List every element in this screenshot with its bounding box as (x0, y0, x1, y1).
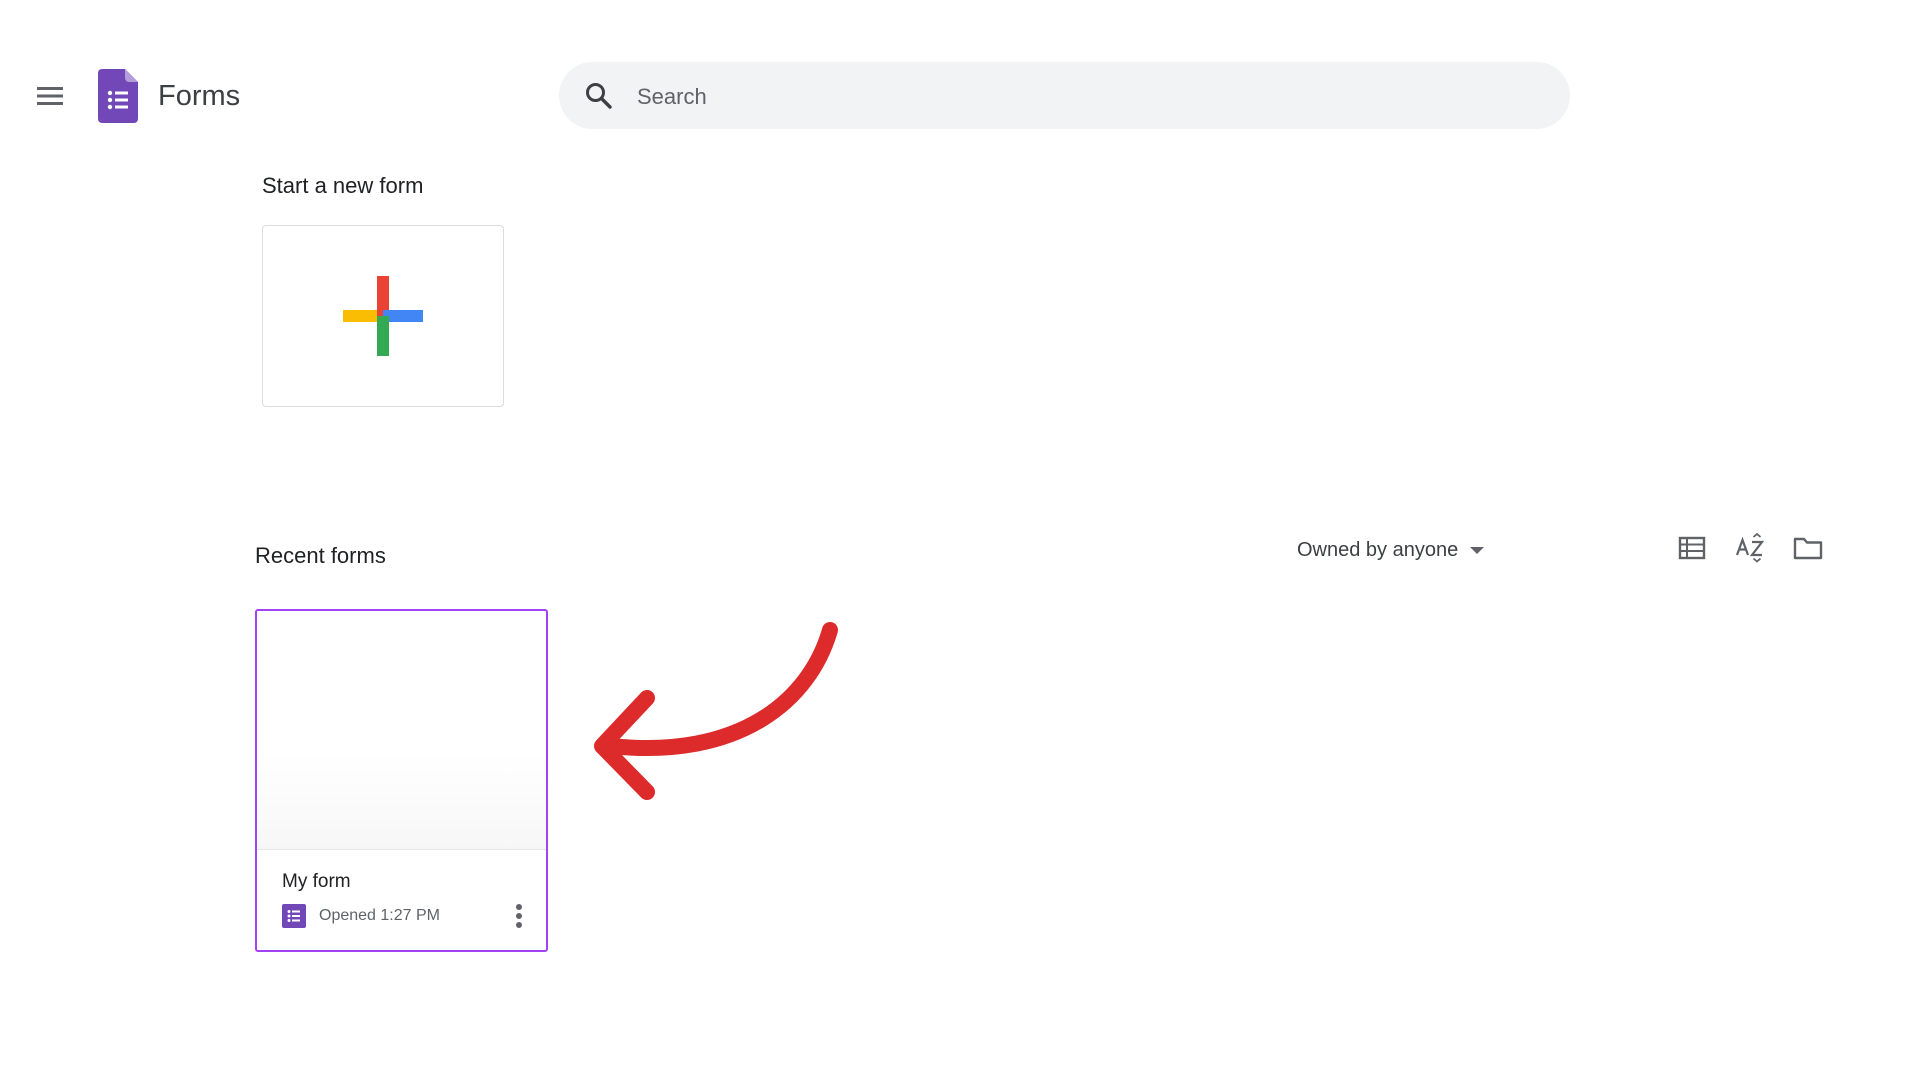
form-name: My form (282, 871, 351, 892)
search-bar[interactable] (559, 62, 1570, 131)
list-view-button[interactable] (1674, 530, 1710, 566)
more-vert-icon (516, 904, 522, 928)
hamburger-menu-icon (37, 87, 63, 105)
app-title: Forms (158, 80, 241, 112)
open-file-picker-button[interactable] (1790, 530, 1826, 566)
sort-az-icon (1735, 533, 1765, 563)
list-view-icon (1678, 536, 1706, 560)
plus-icon (343, 276, 423, 356)
chevron-down-icon (1470, 546, 1485, 554)
search-icon[interactable] (583, 80, 615, 112)
red-curved-arrow-icon (594, 622, 838, 800)
folder-icon (1793, 537, 1823, 560)
google-forms-logo-icon[interactable] (98, 69, 138, 123)
forms-small-icon (282, 904, 306, 928)
owner-filter-label: Owned by anyone (1297, 538, 1459, 561)
form-more-options-button[interactable] (507, 901, 531, 931)
recent-form-card[interactable]: My form Opened 1:27 PM (255, 609, 548, 952)
start-new-form-heading: Start a new form (262, 173, 424, 198)
main-menu-button[interactable] (32, 80, 68, 112)
form-thumbnail (257, 611, 546, 850)
search-input[interactable] (635, 62, 1519, 131)
form-opened-time: Opened 1:27 PM (319, 907, 440, 924)
sort-button[interactable] (1732, 530, 1768, 566)
blank-form-tile[interactable] (262, 225, 504, 407)
recent-forms-heading: Recent forms (255, 543, 386, 568)
forms-home-page: Forms Start a new form Recent forms Owne… (0, 0, 1920, 1080)
owner-filter-dropdown[interactable]: Owned by anyone (1297, 533, 1485, 567)
